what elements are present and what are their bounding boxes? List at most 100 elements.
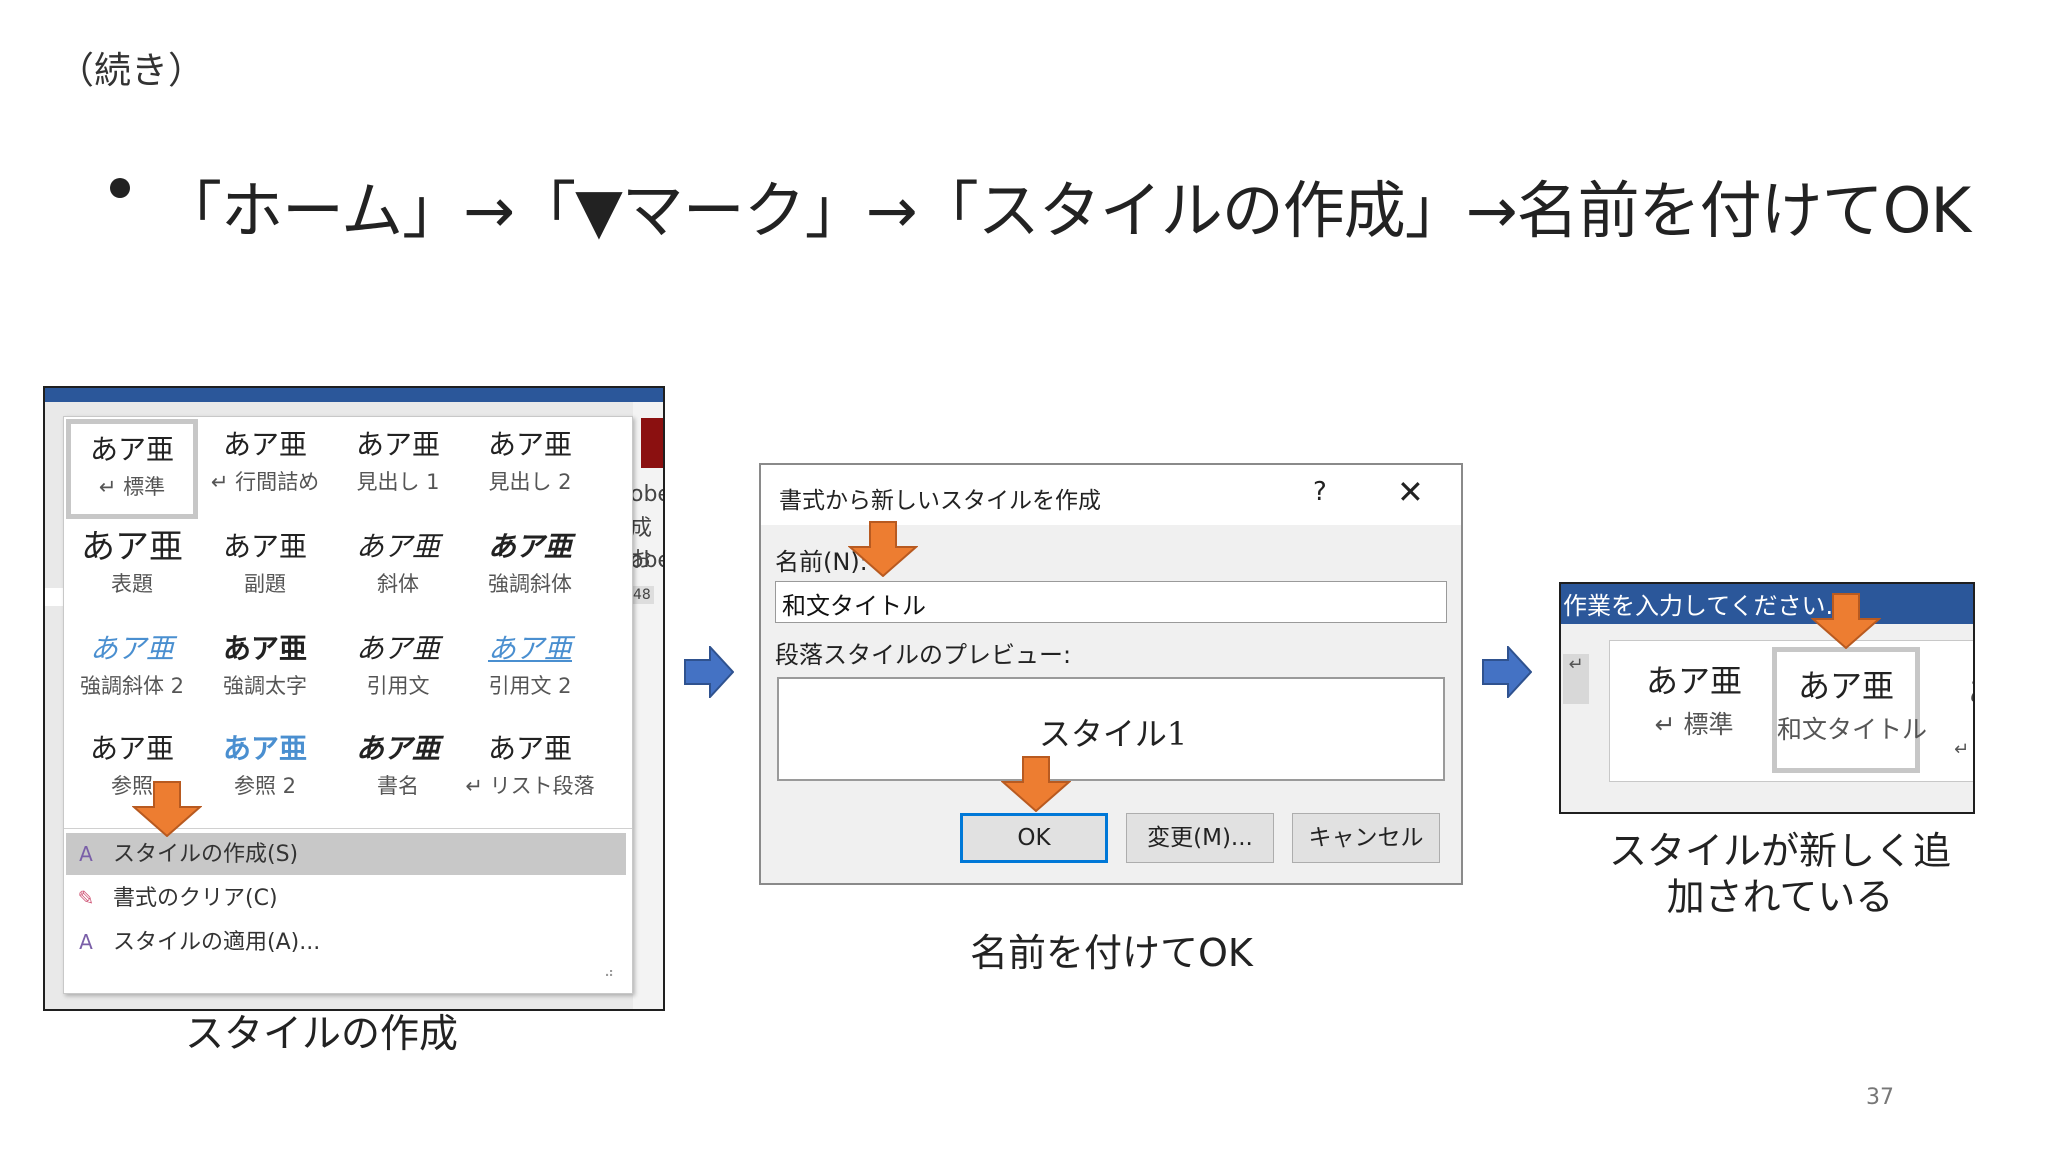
style-preview-box: スタイル1 — [777, 677, 1445, 781]
ok-button[interactable]: OK — [960, 813, 1108, 863]
style-label: 強調斜体 2 — [79, 674, 185, 698]
caption-line: 加されている — [1666, 875, 1894, 919]
style-preview: あア亜 — [81, 527, 183, 567]
close-icon[interactable]: ✕ — [1397, 473, 1424, 511]
style-preview: あア亜 — [355, 530, 440, 563]
cancel-button[interactable]: キャンセル — [1292, 813, 1440, 863]
truncated-style-mark: ↵ — [1954, 739, 1970, 760]
style-label: 見出し 2 — [488, 470, 572, 494]
style-preview: あア亜 — [487, 428, 572, 461]
blue-arrow-icon — [1482, 646, 1532, 698]
menu-item-clear-formatting[interactable]: ✎ 書式のクリア(C) — [66, 877, 626, 919]
style-label: ↵ リスト段落 — [465, 774, 595, 798]
style-tile-normal[interactable]: あア亜 ↵ 標準 — [66, 419, 198, 519]
style-tile-strong[interactable]: あア亜 強調太字 — [199, 623, 331, 723]
size-badge: 48 — [630, 586, 654, 604]
orange-arrow-icon — [1811, 593, 1881, 649]
style-tile-list-paragraph[interactable]: あア亜 ↵ リスト段落 — [464, 723, 596, 823]
create-style-icon: A — [79, 842, 93, 866]
styles-result-screenshot: 作業を入力してください... ↵ あア亜 ↵ 標準 あア亜 和文タイトル あ ↵ — [1559, 582, 1975, 814]
style-preview: あア亜 — [1645, 662, 1742, 700]
style-label: 見出し 1 — [356, 470, 440, 494]
style-name-input[interactable]: 和文タイトル — [775, 581, 1447, 623]
eraser-icon: ✎ — [77, 886, 95, 910]
caption-name-ok: 名前を付けてOK — [970, 931, 1253, 975]
tell-me-text[interactable]: 作業を入力してください... — [1563, 586, 1848, 621]
style-preview: あア亜 — [355, 632, 440, 665]
orange-arrow-icon — [848, 521, 918, 577]
help-icon[interactable]: ? — [1313, 477, 1327, 507]
menu-item-label: 書式のクリア(C) — [113, 886, 278, 911]
document-edge — [45, 588, 63, 606]
style-preview: あア亜 — [355, 428, 440, 461]
style-label: ↵ 行間詰め — [210, 470, 320, 494]
style-label: 斜体 — [377, 572, 419, 596]
resize-grip-icon[interactable]: ⠴ — [604, 965, 614, 981]
style-preview: あア亜 — [89, 433, 174, 466]
styles-gallery: あア亜 ↵ 標準 あア亜 和文タイトル あ ↵ — [1609, 640, 1973, 782]
style-preview: あア亜 — [487, 732, 572, 765]
style-label: ↵ 標準 — [98, 475, 166, 499]
styles-dropdown: あア亜 ↵ 標準 あア亜 ↵ 行間詰め あア亜 見出し 1 あア亜 見出し 2 … — [63, 416, 633, 994]
style-label: 書名 — [377, 774, 419, 798]
menu-item-label: スタイルの適用(A)... — [113, 930, 321, 955]
preview-label: 段落スタイルのプレビュー: — [775, 641, 1072, 669]
adobe-icon — [641, 418, 663, 468]
slide-headline: 「ホーム」→「▼マーク」→「スタイルの作成」→名前を付けてOK — [160, 174, 1971, 247]
style-preview: あア亜 — [222, 428, 307, 461]
paragraph-mark-icon: ↵ — [1563, 654, 1589, 704]
orange-arrow-icon — [132, 781, 202, 837]
preview-text: スタイル1 — [1038, 715, 1188, 753]
style-preview: あア亜 — [1797, 667, 1894, 705]
style-label: 参照 2 — [233, 774, 297, 798]
style-tile-new-japanese-title[interactable]: あア亜 和文タイトル — [1772, 647, 1928, 773]
menu-item-label: スタイルの作成(S) — [113, 842, 299, 867]
dialog-title: 書式から新しいスタイルを作成 — [779, 488, 1101, 514]
caption-style-added: スタイルが新しく追 加されている — [1555, 828, 2005, 920]
style-preview: あア亜 — [222, 530, 307, 563]
style-tile-book-title[interactable]: あア亜 書名 — [332, 723, 464, 823]
style-tile-heading2[interactable]: あア亜 見出し 2 — [464, 419, 596, 519]
caption-create-style: スタイルの作成 — [185, 1012, 459, 1057]
style-gallery-screenshot: obe 成お obe 48 あア亜 ↵ 標準 あア亜 ↵ 行間詰め あア亜 見出… — [43, 386, 665, 1011]
style-label: 和文タイトル — [1777, 715, 1928, 744]
style-tile-intense-quote[interactable]: あア亜 引用文 2 — [464, 623, 596, 723]
style-preview: あア亜 — [355, 732, 440, 765]
style-label: ↵ 標準 — [1654, 710, 1734, 739]
style-tile-intense-emphasis[interactable]: あア亜 強調斜体 — [464, 521, 596, 621]
ribbon-strip — [45, 388, 663, 402]
style-tile-normal[interactable]: あア亜 ↵ 標準 — [1620, 647, 1768, 773]
style-preview: あア亜 — [222, 732, 307, 765]
blue-arrow-icon — [684, 646, 734, 698]
modify-button[interactable]: 変更(M)... — [1126, 813, 1274, 863]
orange-arrow-icon — [1001, 756, 1071, 812]
style-label: 副題 — [244, 572, 286, 596]
style-tile-title[interactable]: あア亜 表題 — [66, 521, 198, 621]
style-label: 強調斜体 — [488, 572, 572, 596]
style-tile-subtitle[interactable]: あア亜 副題 — [199, 521, 331, 621]
continued-label: （続き） — [57, 49, 205, 92]
style-preview: あア亜 — [487, 530, 572, 563]
truncated-text: obe — [630, 482, 663, 507]
truncated-text: obe — [630, 548, 663, 573]
style-label: 表題 — [111, 572, 153, 596]
style-tile-emphasis[interactable]: あア亜 斜体 — [332, 521, 464, 621]
style-tile-intense-emphasis-2[interactable]: あア亜 強調斜体 2 — [66, 623, 198, 723]
style-preview: あア亜 — [89, 632, 174, 665]
page-number: 37 — [1866, 1085, 1894, 1110]
style-tile-quote[interactable]: あア亜 引用文 — [332, 623, 464, 723]
style-label: 強調太字 — [223, 674, 307, 698]
bullet-dot — [110, 178, 130, 198]
apply-style-icon: A — [79, 930, 93, 954]
truncated-style-preview: あ — [1968, 667, 1973, 711]
style-tile-no-spacing[interactable]: あア亜 ↵ 行間詰め — [199, 419, 331, 519]
style-label: 引用文 2 — [488, 674, 572, 698]
style-preview: あア亜 — [222, 632, 307, 665]
style-tile-intense-reference[interactable]: あア亜 参照 2 — [199, 723, 331, 823]
style-preview: あア亜 — [89, 732, 174, 765]
style-tile-heading1[interactable]: あア亜 見出し 1 — [332, 419, 464, 519]
caption-line: スタイルが新しく追 — [1608, 829, 1951, 873]
menu-item-create-style[interactable]: A スタイルの作成(S) — [66, 833, 626, 875]
menu-item-apply-styles[interactable]: A スタイルの適用(A)... — [66, 921, 626, 963]
style-label: 引用文 — [366, 674, 430, 698]
